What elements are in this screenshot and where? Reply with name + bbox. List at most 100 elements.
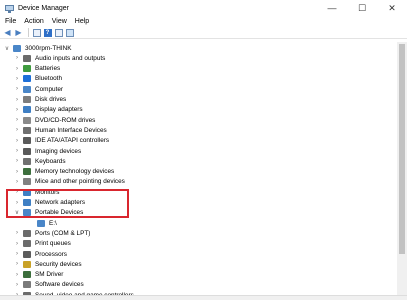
- computer-icon: [13, 45, 21, 52]
- menu-file[interactable]: File: [5, 18, 16, 25]
- speaker-icon: [23, 54, 31, 62]
- tree-item-label: Computer: [35, 85, 64, 93]
- tree-category[interactable]: › Display adapters: [14, 105, 83, 114]
- ide-icon: [23, 137, 31, 145]
- chevron-right-icon[interactable]: ›: [14, 261, 20, 267]
- chevron-right-icon[interactable]: ›: [14, 86, 20, 92]
- portable-device-icon: [37, 219, 45, 227]
- back-arrow-icon[interactable]: ◀: [3, 28, 12, 37]
- tree-category[interactable]: › Memory technology devices: [14, 167, 114, 176]
- tree-category[interactable]: › Print queues: [14, 239, 71, 248]
- tree-category[interactable]: › Keyboards: [14, 157, 66, 166]
- toolbar: ◀ ▶ ?: [0, 27, 407, 39]
- device-view-icon[interactable]: [54, 28, 63, 37]
- window-title: Device Manager: [18, 4, 69, 12]
- chevron-right-icon[interactable]: ›: [14, 158, 20, 164]
- highlight-box: [6, 189, 129, 218]
- menu-action[interactable]: Action: [24, 18, 43, 25]
- sm-driver-icon: [23, 271, 31, 279]
- tree-category[interactable]: › Imaging devices: [14, 147, 81, 156]
- root-label: 3000rpm-THINK: [25, 45, 72, 52]
- tree-category[interactable]: › SM Driver: [14, 270, 63, 279]
- chevron-right-icon[interactable]: ›: [14, 272, 20, 278]
- minimize-button[interactable]: —: [317, 0, 347, 16]
- tree-category[interactable]: › IDE ATA/ATAPI controllers: [14, 136, 109, 145]
- display-icon: [23, 106, 31, 114]
- tree-category[interactable]: › Security devices: [14, 260, 82, 269]
- tree-root[interactable]: ∨ 3000rpm-THINK: [4, 44, 72, 53]
- tree-category[interactable]: › Computer: [14, 85, 63, 94]
- chevron-right-icon[interactable]: ›: [14, 97, 20, 103]
- tree-category[interactable]: › Processors: [14, 250, 67, 259]
- menu-view[interactable]: View: [52, 18, 67, 25]
- port-icon: [23, 229, 31, 237]
- tree-category[interactable]: › Bluetooth: [14, 74, 62, 83]
- security-icon: [23, 260, 31, 268]
- chevron-right-icon[interactable]: ›: [14, 55, 20, 61]
- maximize-button[interactable]: ☐: [347, 0, 377, 16]
- monitor-icon[interactable]: [65, 28, 74, 37]
- properties-icon[interactable]: [32, 28, 41, 37]
- toolbar-separator: [28, 28, 29, 37]
- tree-item-label: Human Interface Devices: [35, 126, 107, 134]
- bluetooth-icon: [23, 75, 31, 83]
- chevron-right-icon[interactable]: ›: [14, 138, 20, 144]
- tree-item-label: Bluetooth: [35, 75, 63, 83]
- tree-category[interactable]: › Batteries: [14, 64, 60, 73]
- software-icon: [23, 281, 31, 289]
- tree-category[interactable]: › Human Interface Devices: [14, 126, 107, 135]
- chevron-right-icon[interactable]: ›: [14, 241, 20, 247]
- chevron-right-icon[interactable]: ›: [14, 230, 20, 236]
- tree-item-label: Display adapters: [35, 106, 83, 114]
- chevron-right-icon[interactable]: ›: [14, 127, 20, 133]
- scroll-thumb[interactable]: [399, 44, 405, 254]
- tree-item-label: DVD/CD-ROM drives: [35, 116, 96, 124]
- tree-item-label: Audio inputs and outputs: [35, 54, 106, 62]
- help-icon[interactable]: ?: [43, 28, 52, 37]
- tree-item-label: SM Driver: [35, 271, 64, 279]
- tree-item-label: IDE ATA/ATAPI controllers: [35, 137, 110, 145]
- chevron-right-icon[interactable]: ›: [14, 76, 20, 82]
- tree-category[interactable]: › Software devices: [14, 280, 84, 289]
- window-controls: — ☐ ✕: [317, 0, 407, 16]
- chevron-right-icon[interactable]: ›: [14, 282, 20, 288]
- horizontal-scrollbar[interactable]: [0, 295, 407, 300]
- tree-item-label: Ports (COM & LPT): [35, 229, 91, 237]
- vertical-scrollbar[interactable]: [397, 42, 407, 295]
- tree-child-item[interactable]: E:\: [28, 219, 57, 228]
- chevron-right-icon[interactable]: ›: [14, 251, 20, 257]
- tree-category[interactable]: › DVD/CD-ROM drives: [14, 116, 95, 125]
- close-button[interactable]: ✕: [377, 0, 407, 16]
- battery-icon: [23, 65, 31, 73]
- dvd-icon: [23, 116, 31, 124]
- keyboard-icon: [23, 157, 31, 165]
- tree-item-label: Memory technology devices: [35, 168, 115, 176]
- tree-category[interactable]: › Ports (COM & LPT): [14, 229, 90, 238]
- tree-item-label: Processors: [35, 250, 67, 258]
- mouse-icon: [23, 178, 31, 186]
- chevron-right-icon[interactable]: ›: [14, 148, 20, 154]
- tree-category[interactable]: › Disk drives: [14, 95, 66, 104]
- tree-item-label: Software devices: [35, 281, 84, 289]
- tree-item-label: Disk drives: [35, 96, 67, 103]
- device-tree: ∨ 3000rpm-THINK › Audio inputs and output…: [0, 42, 396, 295]
- menu-help[interactable]: Help: [75, 18, 89, 25]
- chevron-right-icon[interactable]: ›: [14, 66, 20, 72]
- chevron-right-icon[interactable]: ›: [14, 169, 20, 175]
- chevron-right-icon[interactable]: ›: [14, 107, 20, 113]
- tree-item-label: E:\: [49, 219, 57, 227]
- tree-item-label: Batteries: [35, 65, 61, 73]
- memory-icon: [23, 168, 31, 176]
- tree-category[interactable]: › Audio inputs and outputs: [14, 54, 105, 63]
- device-manager-icon: [5, 4, 14, 13]
- tree-category[interactable]: › Mice and other pointing devices: [14, 177, 125, 186]
- title-bar: Device Manager — ☐ ✕: [0, 0, 407, 16]
- chevron-down-icon[interactable]: ∨: [4, 45, 10, 52]
- menu-bar: File Action View Help: [0, 16, 407, 27]
- chevron-right-icon[interactable]: ›: [14, 117, 20, 123]
- forward-arrow-icon[interactable]: ▶: [14, 28, 23, 37]
- chevron-right-icon[interactable]: ›: [14, 179, 20, 185]
- camera-icon: [23, 147, 31, 155]
- tree-item-label: Keyboards: [35, 157, 66, 165]
- computer-icon: [23, 85, 31, 93]
